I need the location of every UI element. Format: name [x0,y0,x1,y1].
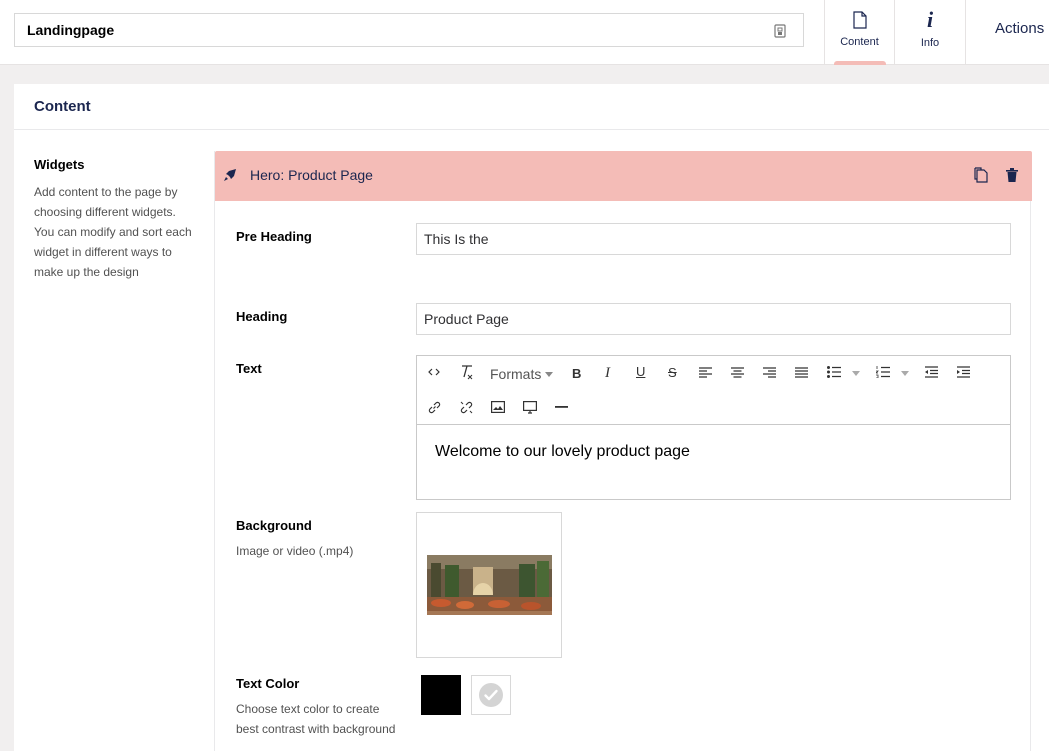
active-tab-indicator [834,61,886,65]
actions-button[interactable]: Actions [965,0,1049,65]
trash-icon[interactable] [1006,168,1018,182]
color-swatch-black[interactable] [421,675,461,715]
color-swatch-white[interactable] [471,675,511,715]
outdent-icon[interactable] [925,366,938,378]
heading-label: Heading [236,309,288,324]
tab-info-label: Info [920,37,940,49]
embed-media-icon[interactable] [523,401,537,414]
tab-info[interactable]: i Info [894,0,965,65]
panel-divider [14,129,1049,130]
background-label: Background [236,518,312,533]
numbered-list-caret-icon[interactable] [901,371,909,376]
text-color-description: Choose text color to create best contras… [236,702,396,736]
editor-header: Content i Info Actions [0,0,1049,65]
link-icon[interactable] [428,401,441,414]
background-image-thumbnail[interactable] [427,555,552,615]
align-left-icon[interactable] [699,367,712,378]
widget-title: Hero: Product Page [250,167,373,183]
text-color-label: Text Color [236,676,300,691]
lock-icon[interactable] [774,24,786,38]
bold-icon[interactable]: B [572,366,581,382]
align-right-icon[interactable] [763,367,776,378]
tab-content[interactable]: Content [824,0,894,65]
pre-heading-input[interactable] [416,223,1011,255]
image-icon[interactable] [491,401,505,413]
bullet-list-icon[interactable] [827,366,841,378]
unlink-icon[interactable] [460,401,473,414]
check-circle-icon [479,683,503,707]
info-icon: i [926,7,934,32]
property-description: Add content to the page by choosing diff… [34,185,192,279]
indent-icon[interactable] [957,366,970,378]
strikethrough-icon[interactable]: S [668,365,677,381]
text-label: Text [236,361,262,376]
formats-dropdown[interactable]: Formats [490,366,541,382]
rich-text-editor: Formats B I U S Welcome to our lovely pr… [416,355,1011,500]
horizontal-rule-icon[interactable] [555,406,568,408]
copy-icon[interactable] [973,167,989,183]
panel-title: Content [34,98,91,115]
hero-widget: Hero: Product Page Pre Heading Heading T… [214,151,1032,751]
formats-caret-icon[interactable] [545,372,553,377]
align-center-icon[interactable] [731,367,744,378]
property-title-widgets: Widgets [34,157,85,172]
rte-content[interactable]: Welcome to our lovely product page [435,443,690,461]
source-code-icon[interactable] [428,366,440,378]
rocket-icon [224,169,236,181]
content-name-input[interactable] [27,22,747,38]
background-description: Image or video (.mp4) [236,544,354,558]
underline-icon[interactable]: U [636,364,645,380]
clear-format-icon[interactable] [460,364,474,380]
media-picker[interactable] [416,512,562,658]
document-icon [852,11,867,29]
italic-icon[interactable]: I [605,365,610,381]
numbered-list-icon[interactable] [876,366,890,378]
rte-toolbar: Formats B I U S [417,356,1010,425]
heading-input[interactable] [416,303,1011,335]
tab-content-label: Content [840,36,879,48]
bullet-list-caret-icon[interactable] [852,371,860,376]
align-justify-icon[interactable] [795,367,808,378]
widget-header[interactable]: Hero: Product Page [215,151,1032,201]
formats-label: Formats [490,366,542,382]
content-name-field[interactable] [14,13,804,47]
pre-heading-label: Pre Heading [236,229,312,244]
